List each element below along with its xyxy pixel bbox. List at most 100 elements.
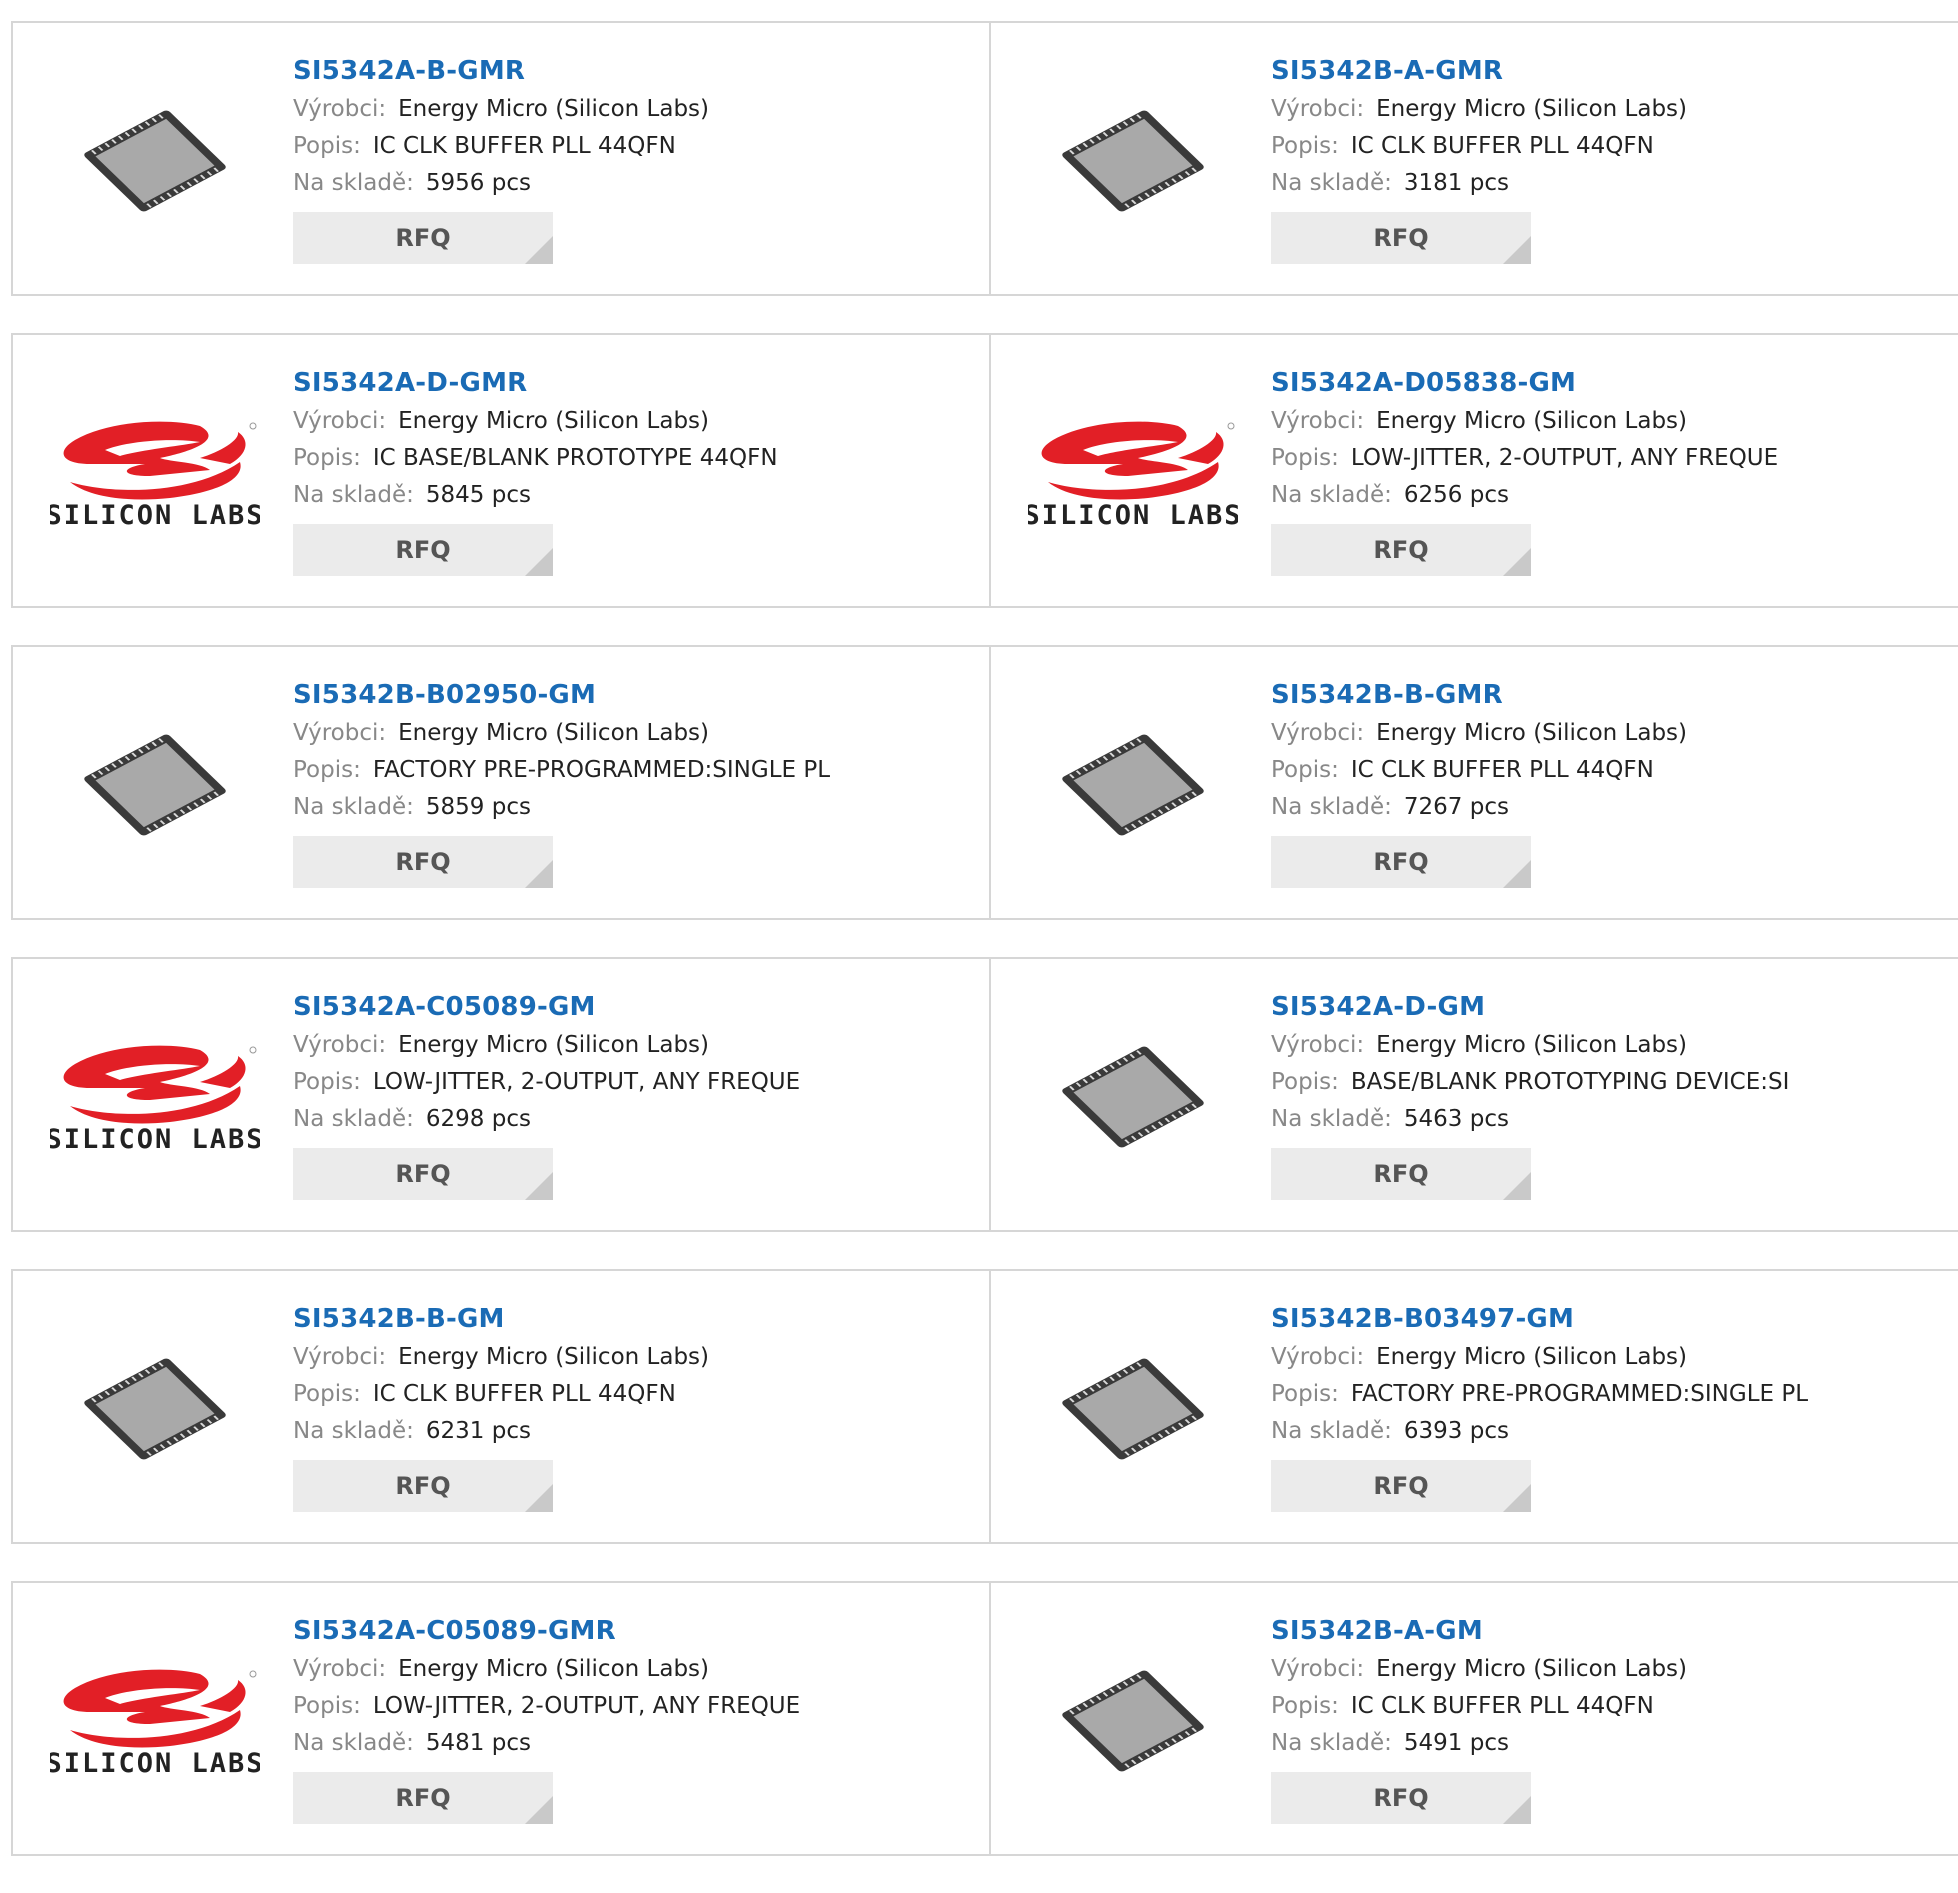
manufacturer-label: Výrobci: (293, 1344, 387, 1370)
corner-decoration (1503, 1796, 1531, 1824)
description-label: Popis: (293, 757, 361, 783)
silicon-labs-logo[interactable]: SILICON LABS (50, 992, 260, 1202)
description-label: Popis: (293, 1069, 361, 1095)
product-card: SILICON LABS SI5342A-D05838-GM Výrobci: E… (991, 335, 1958, 606)
manufacturer-row: Výrobci: Energy Micro (Silicon Labs) (293, 1027, 800, 1064)
manufacturer-label: Výrobci: (293, 720, 387, 746)
rfq-button[interactable]: RFQ (293, 836, 553, 888)
manufacturer-label: Výrobci: (1271, 1656, 1365, 1682)
product-row: SI5342A-B-GMR Výrobci: Energy Micro (Sili… (11, 21, 1958, 296)
rfq-button[interactable]: RFQ (293, 1460, 553, 1512)
rfq-label: RFQ (395, 1160, 451, 1188)
rfq-label: RFQ (395, 1472, 451, 1500)
corner-decoration (1503, 1484, 1531, 1512)
manufacturer-label: Výrobci: (1271, 1344, 1365, 1370)
chip-icon[interactable] (50, 1304, 260, 1514)
chip-icon[interactable] (50, 680, 260, 890)
stock-label: Na skladě: (1271, 794, 1392, 820)
stock-value: 6298 pcs (425, 1106, 531, 1132)
silicon-labs-logo[interactable]: SILICON LABS (1028, 368, 1238, 578)
corner-decoration (1503, 1172, 1531, 1200)
product-row: SI5342B-B-GM Výrobci: Energy Micro (Silic… (11, 1269, 1958, 1544)
product-info: SI5342A-D05838-GM Výrobci: Energy Micro (… (1271, 363, 1778, 576)
product-card: SI5342B-B03497-GM Výrobci: Energy Micro (… (991, 1271, 1958, 1542)
part-number-link[interactable]: SI5342A-D-GM (1271, 987, 1789, 1027)
description-row: Popis: LOW-JITTER, 2-OUTPUT, ANY FREQUE (1271, 440, 1778, 477)
product-card: SILICON LABS SI5342A-D-GMR Výrobci: Energ… (13, 335, 991, 606)
manufacturer-row: Výrobci: Energy Micro (Silicon Labs) (1271, 1339, 1808, 1376)
product-info: SI5342B-B-GMR Výrobci: Energy Micro (Sili… (1271, 675, 1687, 888)
stock-row: Na skladě: 5491 pcs (1271, 1725, 1687, 1762)
product-info: SI5342B-A-GM Výrobci: Energy Micro (Silic… (1271, 1611, 1687, 1824)
description-value: FACTORY PRE-PROGRAMMED:SINGLE PL (1350, 1381, 1809, 1407)
rfq-button[interactable]: RFQ (1271, 1148, 1531, 1200)
rfq-button[interactable]: RFQ (1271, 836, 1531, 888)
stock-value: 6393 pcs (1403, 1418, 1509, 1444)
stock-value: 3181 pcs (1403, 170, 1509, 196)
rfq-button[interactable]: RFQ (293, 1772, 553, 1824)
silicon-labs-logo[interactable]: SILICON LABS (50, 368, 260, 578)
manufacturer-label: Výrobci: (1271, 96, 1365, 122)
part-number-link[interactable]: SI5342B-A-GMR (1271, 51, 1687, 91)
description-row: Popis: IC CLK BUFFER PLL 44QFN (1271, 752, 1687, 789)
product-grid: SI5342A-B-GMR Výrobci: Energy Micro (Sili… (11, 21, 1958, 1893)
description-row: Popis: IC CLK BUFFER PLL 44QFN (293, 1376, 709, 1413)
description-row: Popis: IC CLK BUFFER PLL 44QFN (1271, 128, 1687, 165)
chip-icon[interactable] (50, 56, 260, 266)
product-info: SI5342B-A-GMR Výrobci: Energy Micro (Sili… (1271, 51, 1687, 264)
part-number-link[interactable]: SI5342B-B02950-GM (293, 675, 830, 715)
part-number-link[interactable]: SI5342A-B-GMR (293, 51, 709, 91)
rfq-label: RFQ (395, 224, 451, 252)
rfq-button[interactable]: RFQ (293, 524, 553, 576)
rfq-button[interactable]: RFQ (1271, 1460, 1531, 1512)
part-number-link[interactable]: SI5342A-D05838-GM (1271, 363, 1778, 403)
description-row: Popis: BASE/BLANK PROTOTYPING DEVICE:SI (1271, 1064, 1789, 1101)
description-label: Popis: (1271, 757, 1339, 783)
rfq-button[interactable]: RFQ (293, 1148, 553, 1200)
part-number-link[interactable]: SI5342A-C05089-GM (293, 987, 800, 1027)
rfq-button[interactable]: RFQ (1271, 212, 1531, 264)
description-row: Popis: IC CLK BUFFER PLL 44QFN (1271, 1688, 1687, 1725)
description-label: Popis: (1271, 1693, 1339, 1719)
stock-label: Na skladě: (1271, 170, 1392, 196)
logo-wordmark: SILICON LABS (50, 500, 260, 528)
description-row: Popis: IC CLK BUFFER PLL 44QFN (293, 128, 709, 165)
description-label: Popis: (1271, 133, 1339, 159)
manufacturer-label: Výrobci: (1271, 720, 1365, 746)
manufacturer-value: Energy Micro (Silicon Labs) (398, 408, 709, 434)
chip-icon[interactable] (1028, 680, 1238, 890)
manufacturer-row: Výrobci: Energy Micro (Silicon Labs) (1271, 1651, 1687, 1688)
manufacturer-row: Výrobci: Energy Micro (Silicon Labs) (1271, 91, 1687, 128)
description-value: IC CLK BUFFER PLL 44QFN (1350, 757, 1654, 783)
product-row: SILICON LABS SI5342A-C05089-GMR Výrobci:… (11, 1581, 1958, 1856)
rfq-button[interactable]: RFQ (293, 212, 553, 264)
manufacturer-label: Výrobci: (293, 1656, 387, 1682)
description-value: IC CLK BUFFER PLL 44QFN (1350, 133, 1654, 159)
stock-label: Na skladě: (293, 794, 414, 820)
part-number-link[interactable]: SI5342B-B-GM (293, 1299, 709, 1339)
chip-icon[interactable] (1028, 992, 1238, 1202)
part-number-link[interactable]: SI5342B-B03497-GM (1271, 1299, 1808, 1339)
part-number-link[interactable]: SI5342A-D-GMR (293, 363, 778, 403)
chip-icon[interactable] (1028, 56, 1238, 266)
rfq-label: RFQ (395, 536, 451, 564)
stock-label: Na skladě: (1271, 482, 1392, 508)
rfq-label: RFQ (1373, 848, 1429, 876)
stock-row: Na skladě: 6393 pcs (1271, 1413, 1808, 1450)
part-number-link[interactable]: SI5342B-A-GM (1271, 1611, 1687, 1651)
part-number-link[interactable]: SI5342A-C05089-GMR (293, 1611, 800, 1651)
chip-icon[interactable] (1028, 1616, 1238, 1826)
description-value: BASE/BLANK PROTOTYPING DEVICE:SI (1350, 1069, 1790, 1095)
corner-decoration (1503, 860, 1531, 888)
chip-icon[interactable] (1028, 1304, 1238, 1514)
manufacturer-row: Výrobci: Energy Micro (Silicon Labs) (293, 403, 778, 440)
stock-value: 5463 pcs (1403, 1106, 1509, 1132)
stock-row: Na skladě: 6231 pcs (293, 1413, 709, 1450)
part-number-link[interactable]: SI5342B-B-GMR (1271, 675, 1687, 715)
manufacturer-value: Energy Micro (Silicon Labs) (398, 1656, 709, 1682)
description-value: LOW-JITTER, 2-OUTPUT, ANY FREQUE (372, 1693, 801, 1719)
rfq-button[interactable]: RFQ (1271, 524, 1531, 576)
manufacturer-row: Výrobci: Energy Micro (Silicon Labs) (1271, 403, 1778, 440)
rfq-button[interactable]: RFQ (1271, 1772, 1531, 1824)
silicon-labs-logo[interactable]: SILICON LABS (50, 1616, 260, 1826)
